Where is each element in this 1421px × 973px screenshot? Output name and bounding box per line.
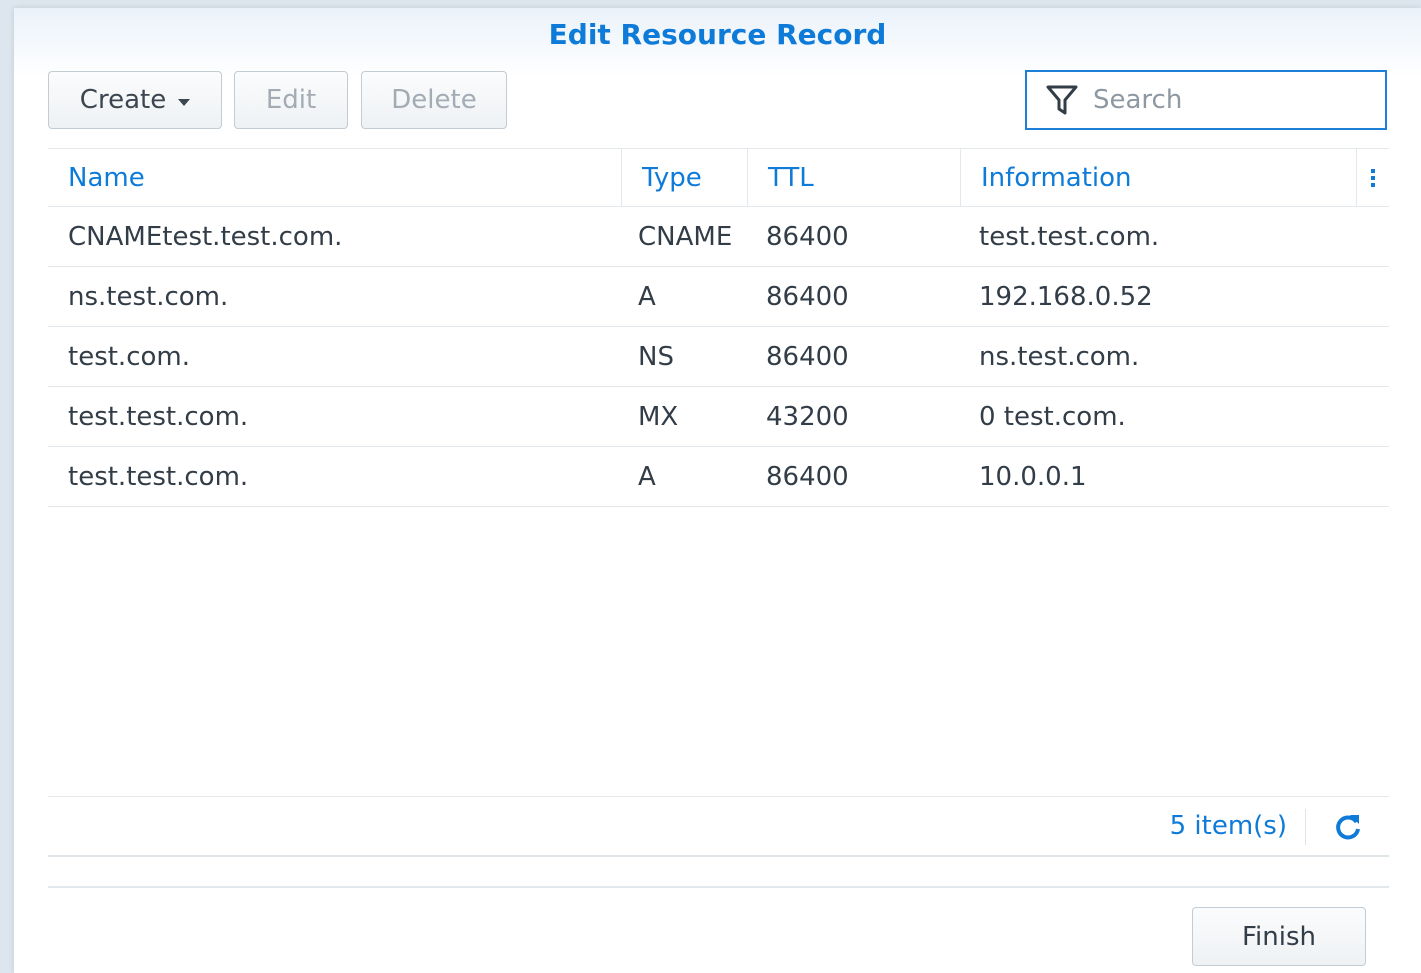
finish-button[interactable]: Finish <box>1192 907 1366 966</box>
table-row[interactable]: ns.test.com. A 86400 192.168.0.52 <box>48 267 1389 327</box>
delete-button[interactable]: Delete <box>361 71 507 129</box>
resource-record-table: Name Type TTL Information CNAMEtest.test… <box>48 148 1389 797</box>
column-options-button[interactable] <box>1356 149 1389 206</box>
edit-resource-record-dialog: Edit Resource Record Create Edit Delete … <box>14 8 1421 973</box>
paging-toolbar: 5 item(s) <box>48 796 1389 857</box>
table-row[interactable]: test.com. NS 86400 ns.test.com. <box>48 327 1389 387</box>
toolbar-separator <box>1305 809 1306 845</box>
column-header-name[interactable]: Name <box>48 149 621 206</box>
search-box[interactable] <box>1025 70 1387 130</box>
table-row[interactable]: test.test.com. A 86400 10.0.0.1 <box>48 447 1389 507</box>
cell-ttl: 86400 <box>766 221 849 252</box>
edit-button[interactable]: Edit <box>234 71 348 129</box>
item-count: 5 item(s) <box>1169 811 1287 841</box>
cell-name: test.test.com. <box>68 401 249 432</box>
cell-information: 192.168.0.52 <box>979 281 1153 312</box>
column-header-type[interactable]: Type <box>621 149 747 206</box>
cell-name: CNAMEtest.test.com. <box>68 221 343 252</box>
cell-information: 10.0.0.1 <box>979 461 1087 492</box>
cell-name: ns.test.com. <box>68 281 229 312</box>
table-header: Name Type TTL Information <box>48 149 1389 207</box>
cell-type: NS <box>638 341 674 372</box>
filter-icon <box>1046 85 1078 115</box>
cell-ttl: 86400 <box>766 281 849 312</box>
cell-ttl: 43200 <box>766 401 849 432</box>
caret-down-icon <box>178 98 191 106</box>
cell-type: A <box>638 281 656 312</box>
search-input[interactable] <box>1091 84 1375 116</box>
more-vertical-icon <box>1371 168 1375 187</box>
footer-divider <box>48 886 1389 888</box>
column-header-ttl[interactable]: TTL <box>747 149 960 206</box>
dialog-title: Edit Resource Record <box>548 18 887 51</box>
create-button-label: Create <box>79 85 167 115</box>
cell-name: test.test.com. <box>68 461 249 492</box>
column-header-information[interactable]: Information <box>960 149 1356 206</box>
cell-information: 0 test.com. <box>979 401 1126 432</box>
cell-ttl: 86400 <box>766 341 849 372</box>
cell-name: test.com. <box>68 341 190 372</box>
cell-type: MX <box>638 401 679 432</box>
cell-information: test.test.com. <box>979 221 1160 252</box>
cell-information: ns.test.com. <box>979 341 1140 372</box>
refresh-icon[interactable] <box>1333 812 1363 842</box>
cell-type: A <box>638 461 656 492</box>
table-row[interactable]: CNAMEtest.test.com. CNAME 86400 test.tes… <box>48 207 1389 267</box>
cell-type: CNAME <box>638 221 733 252</box>
table-row[interactable]: test.test.com. MX 43200 0 test.com. <box>48 387 1389 447</box>
create-button[interactable]: Create <box>48 71 222 129</box>
cell-ttl: 86400 <box>766 461 849 492</box>
